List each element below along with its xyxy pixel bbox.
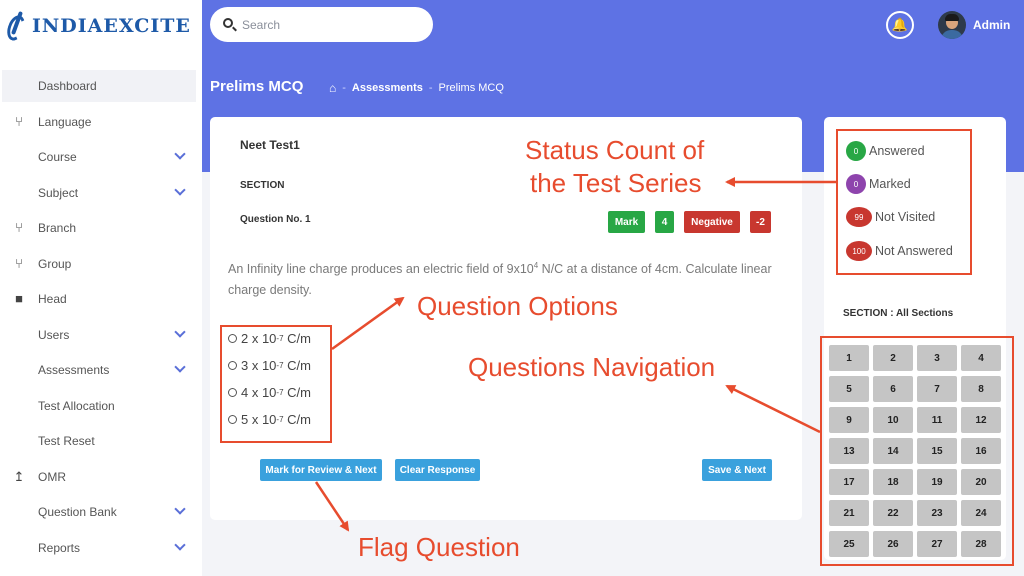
arrow-options [331,296,405,351]
arrow-navigation [725,384,821,434]
arrow-flag [314,481,350,532]
annotation-arrows [314,177,836,532]
